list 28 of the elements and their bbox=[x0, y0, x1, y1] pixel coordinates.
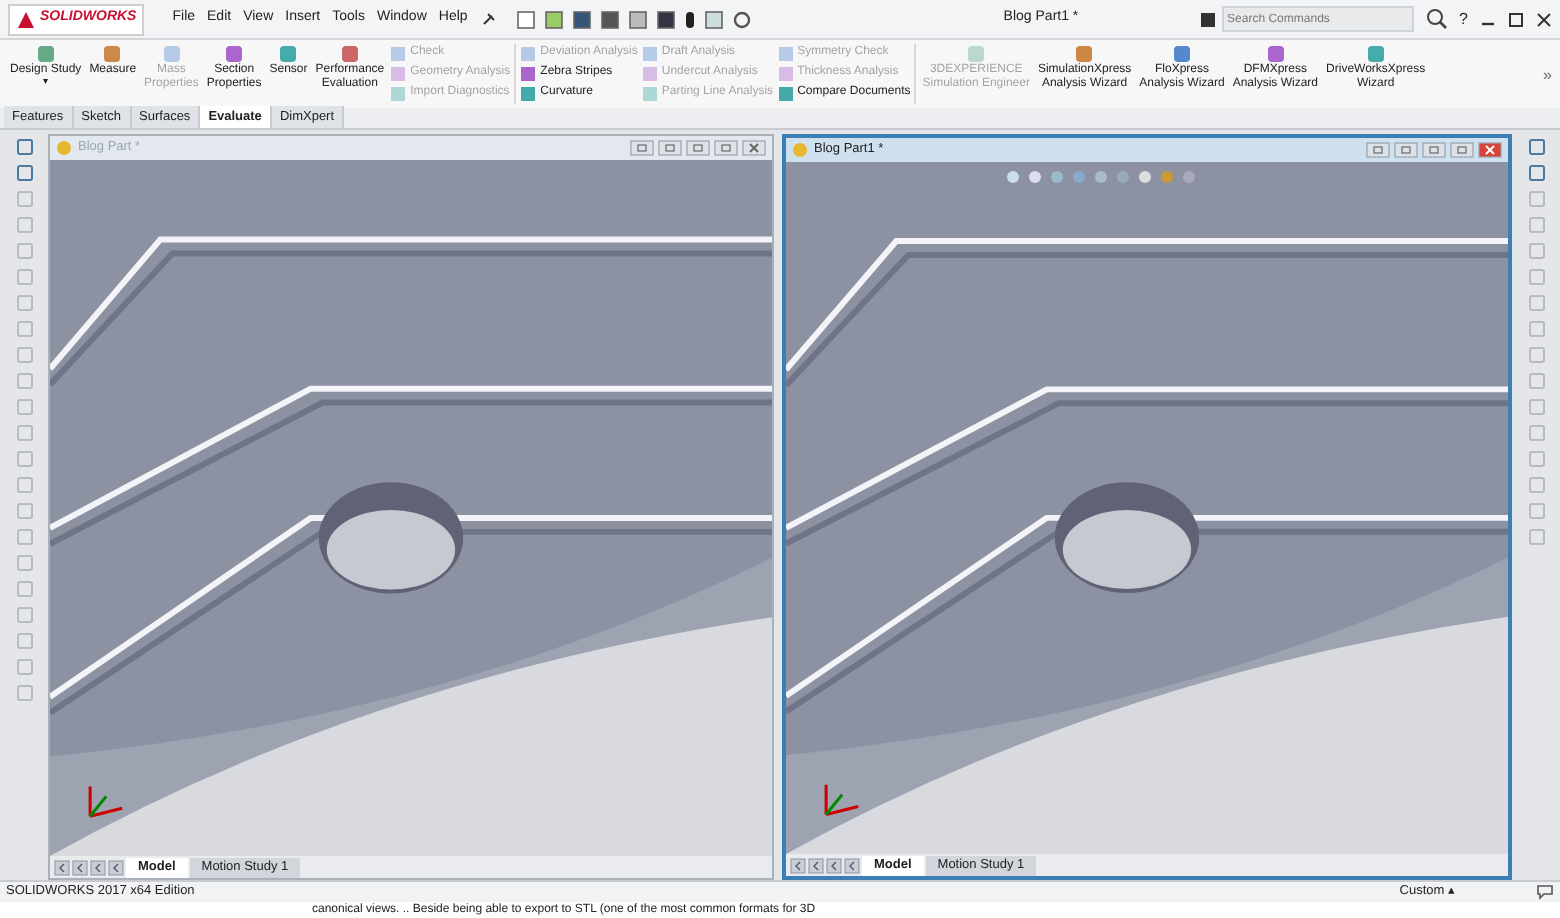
tool-icon[interactable] bbox=[339, 44, 360, 64]
logo-icon[interactable] bbox=[16, 9, 36, 29]
tool-icon[interactable] bbox=[1265, 44, 1286, 64]
scroll-arrow-icon[interactable] bbox=[72, 859, 88, 875]
tool-icon[interactable] bbox=[278, 44, 299, 64]
scroll-arrow-icon[interactable] bbox=[844, 857, 860, 873]
pin-icon[interactable] bbox=[479, 11, 496, 27]
scroll-arrow-icon[interactable] bbox=[54, 859, 70, 875]
more-button[interactable]: » bbox=[1543, 64, 1552, 88]
help-button[interactable]: ? bbox=[1459, 7, 1468, 31]
scroll-arrow-icon[interactable] bbox=[826, 857, 842, 873]
close-icon[interactable] bbox=[1536, 11, 1552, 27]
scroll-arrow-icon[interactable] bbox=[790, 857, 806, 873]
part-icon[interactable] bbox=[792, 142, 808, 158]
tool-icon[interactable] bbox=[1074, 44, 1095, 64]
new-document-icon[interactable] bbox=[515, 9, 536, 29]
tool-icon[interactable] bbox=[1172, 44, 1192, 64]
scroll-arrow-icon[interactable] bbox=[108, 859, 124, 875]
scroll-arrow-icon[interactable] bbox=[808, 857, 824, 873]
search-icon[interactable] bbox=[1425, 8, 1448, 30]
tool-icon[interactable] bbox=[102, 44, 123, 64]
panel-icon[interactable] bbox=[703, 9, 724, 29]
tool-icon[interactable] bbox=[35, 44, 56, 64]
chat-icon[interactable] bbox=[1536, 884, 1554, 900]
tool-icon[interactable] bbox=[224, 44, 245, 64]
tool-icon[interactable] bbox=[1365, 44, 1386, 64]
scroll-arrow-icon[interactable] bbox=[90, 859, 106, 875]
part-icon[interactable] bbox=[56, 140, 72, 156]
